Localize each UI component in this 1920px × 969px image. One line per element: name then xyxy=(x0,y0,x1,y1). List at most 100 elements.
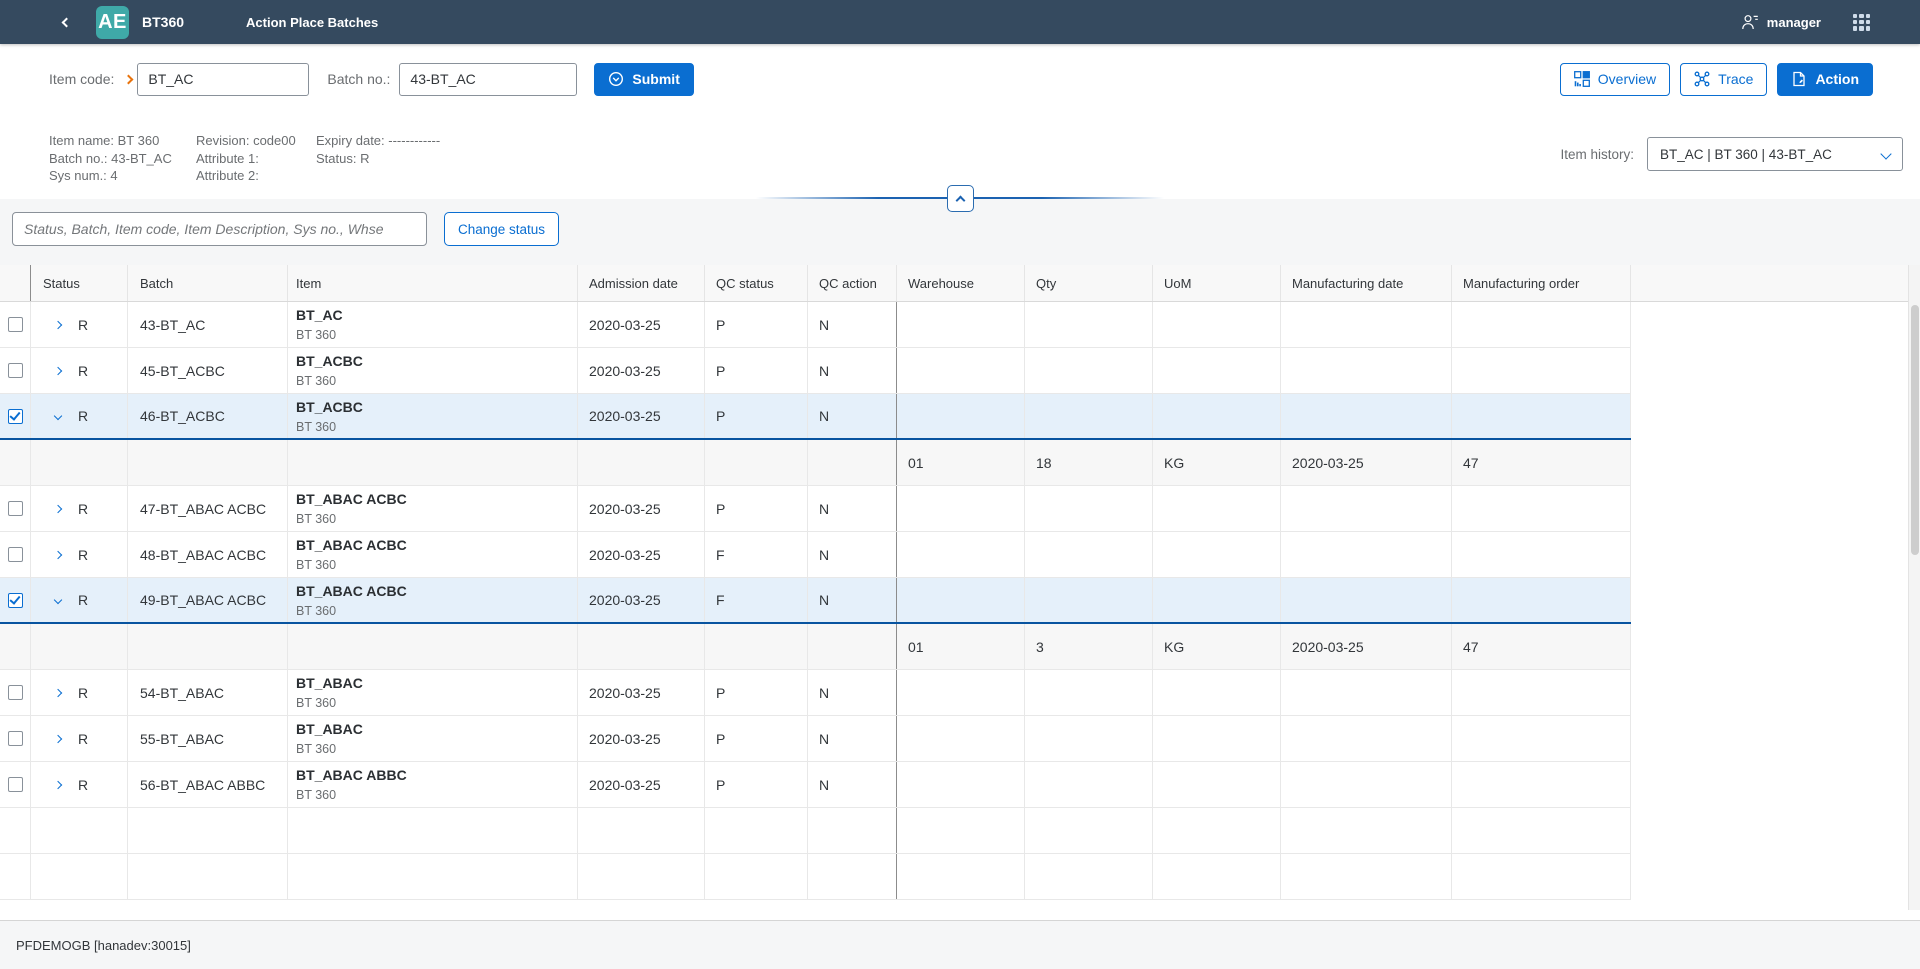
mfg-order-cell xyxy=(1452,394,1631,438)
qc-action-cell: N xyxy=(808,762,897,807)
collapse-button[interactable] xyxy=(947,185,974,212)
warehouse-cell xyxy=(897,302,1025,347)
table-row[interactable]: R 55-BT_ABAC BT_ABACBT 360 2020-03-25 P … xyxy=(0,716,1631,762)
item-code-input[interactable] xyxy=(137,63,309,96)
qc-status-cell: P xyxy=(705,670,808,715)
collapse-chevron-icon[interactable] xyxy=(51,409,65,423)
submit-button[interactable]: Submit xyxy=(594,63,693,96)
search-input[interactable] xyxy=(12,212,427,246)
row-checkbox[interactable] xyxy=(8,363,23,378)
column-header-select[interactable] xyxy=(0,265,31,301)
column-header-manufacturing-order[interactable]: Manufacturing order xyxy=(1452,265,1631,301)
expand-chevron-icon[interactable] xyxy=(51,686,65,700)
scrollbar-thumb[interactable] xyxy=(1911,305,1919,555)
overview-button[interactable]: Overview xyxy=(1560,63,1670,96)
mfg-date-cell xyxy=(1281,670,1452,715)
table-row[interactable]: R 47-BT_ABAC ACBC BT_ABAC ACBCBT 360 202… xyxy=(0,486,1631,532)
row-checkbox-checked[interactable] xyxy=(8,409,23,424)
table-detail-row: 01 3 KG 2020-03-25 47 xyxy=(0,624,1631,670)
change-status-label: Change status xyxy=(458,222,545,237)
change-status-button[interactable]: Change status xyxy=(444,212,559,246)
qc-action-cell: N xyxy=(808,394,897,438)
row-checkbox-checked[interactable] xyxy=(8,593,23,608)
column-header-filler xyxy=(1631,265,1920,301)
item-name: BT_ABAC ACBC xyxy=(296,491,407,507)
table-row[interactable]: R 43-BT_AC BT_ACBT 360 2020-03-25 P N xyxy=(0,302,1631,348)
trace-button[interactable]: Trace xyxy=(1680,63,1767,96)
column-header-qty[interactable]: Qty xyxy=(1025,265,1153,301)
mfg-date-cell xyxy=(1281,716,1452,761)
column-header-admission-date[interactable]: Admission date xyxy=(578,265,705,301)
expand-chevron-icon[interactable] xyxy=(51,364,65,378)
expand-chevron-icon[interactable] xyxy=(51,778,65,792)
expand-chevron-icon[interactable] xyxy=(51,502,65,516)
action-toolbar: Item code: Batch no.: Submit xyxy=(0,44,1920,100)
status-text: R xyxy=(78,317,88,333)
row-checkbox[interactable] xyxy=(8,501,23,516)
vertical-scrollbar[interactable] xyxy=(1908,265,1920,910)
expand-chevron-icon[interactable] xyxy=(51,732,65,746)
item-name: BT_ABAC ACBC xyxy=(296,537,407,553)
row-checkbox[interactable] xyxy=(8,547,23,562)
apps-grid-icon[interactable] xyxy=(1853,14,1870,31)
column-header-uom[interactable]: UoM xyxy=(1153,265,1281,301)
column-header-qc-status[interactable]: QC status xyxy=(705,265,808,301)
item-subtitle: BT 360 xyxy=(296,374,363,388)
item-subtitle: BT 360 xyxy=(296,788,407,802)
uom-cell: KG xyxy=(1153,440,1281,485)
item-name: BT_ABAC xyxy=(296,721,363,737)
row-checkbox[interactable] xyxy=(8,731,23,746)
row-checkbox[interactable] xyxy=(8,777,23,792)
info-column-1: Item name: BT 360 Batch no.: 43-BT_AC Sy… xyxy=(49,132,196,185)
qc-status-cell: P xyxy=(705,716,808,761)
status-text: R xyxy=(78,408,88,424)
overview-icon xyxy=(1574,71,1590,87)
status-bar: PFDEMOGB [hanadev:30015] xyxy=(0,920,1920,969)
app-code: BT360 xyxy=(142,14,184,30)
item-subtitle: BT 360 xyxy=(296,742,363,756)
item-history-select[interactable]: BT_AC | BT 360 | 43-BT_AC xyxy=(1647,137,1903,171)
row-checkbox[interactable] xyxy=(8,685,23,700)
expand-chevron-icon[interactable] xyxy=(51,548,65,562)
filter-bar: Change status xyxy=(12,212,559,246)
item-name: BT_ACBC xyxy=(296,353,363,369)
batch-cell: 56-BT_ABAC ABBC xyxy=(128,762,288,807)
table-row-selected[interactable]: R 46-BT_ACBC BT_ACBCBT 360 2020-03-25 P … xyxy=(0,394,1631,440)
qty-cell xyxy=(1025,670,1153,715)
qty-cell xyxy=(1025,348,1153,393)
item-name: BT_ACBC xyxy=(296,399,363,415)
column-header-batch[interactable]: Batch xyxy=(128,265,288,301)
column-header-qc-action[interactable]: QC action xyxy=(808,265,897,301)
user-menu[interactable]: manager xyxy=(1741,14,1821,30)
mfg-order-cell xyxy=(1452,578,1631,622)
column-header-item[interactable]: Item xyxy=(288,265,578,301)
collapse-chevron-icon[interactable] xyxy=(51,593,65,607)
batch-no-label: Batch no.: xyxy=(327,71,390,87)
info-column-3: Expiry date: ------------ Status: R xyxy=(316,132,440,185)
action-button[interactable]: Action xyxy=(1777,63,1873,96)
content-area: Change status Status Batch Item Admissio… xyxy=(0,199,1920,920)
column-header-status[interactable]: Status xyxy=(31,265,128,301)
qc-action-cell: N xyxy=(808,578,897,622)
qc-action-cell: N xyxy=(808,302,897,347)
uom-cell xyxy=(1153,302,1281,347)
uom-cell xyxy=(1153,394,1281,438)
row-checkbox[interactable] xyxy=(8,317,23,332)
table-row[interactable]: R 56-BT_ABAC ABBC BT_ABAC ABBCBT 360 202… xyxy=(0,762,1631,808)
table-row-selected[interactable]: R 49-BT_ABAC ACBC BT_ABAC ACBCBT 360 202… xyxy=(0,578,1631,624)
back-button[interactable] xyxy=(54,10,78,34)
expand-chevron-icon[interactable] xyxy=(51,318,65,332)
table-row[interactable]: R 54-BT_ABAC BT_ABACBT 360 2020-03-25 P … xyxy=(0,670,1631,716)
mfg-date-cell xyxy=(1281,532,1452,577)
column-header-manufacturing-date[interactable]: Manufacturing date xyxy=(1281,265,1452,301)
qty-cell xyxy=(1025,302,1153,347)
table-row[interactable]: R 48-BT_ABAC ACBC BT_ABAC ACBCBT 360 202… xyxy=(0,532,1631,578)
column-header-warehouse[interactable]: Warehouse xyxy=(897,265,1025,301)
item-history-value: BT_AC | BT 360 | 43-BT_AC xyxy=(1660,147,1832,162)
batch-no-input[interactable] xyxy=(399,63,577,96)
table-row[interactable]: R 45-BT_ACBC BT_ACBCBT 360 2020-03-25 P … xyxy=(0,348,1631,394)
shell-bar: AE BT360 Action Place Batches manager xyxy=(0,0,1920,44)
item-name: BT_AC xyxy=(296,307,343,323)
batch-cell: 46-BT_ACBC xyxy=(128,394,288,438)
admission-date-cell: 2020-03-25 xyxy=(578,394,705,438)
